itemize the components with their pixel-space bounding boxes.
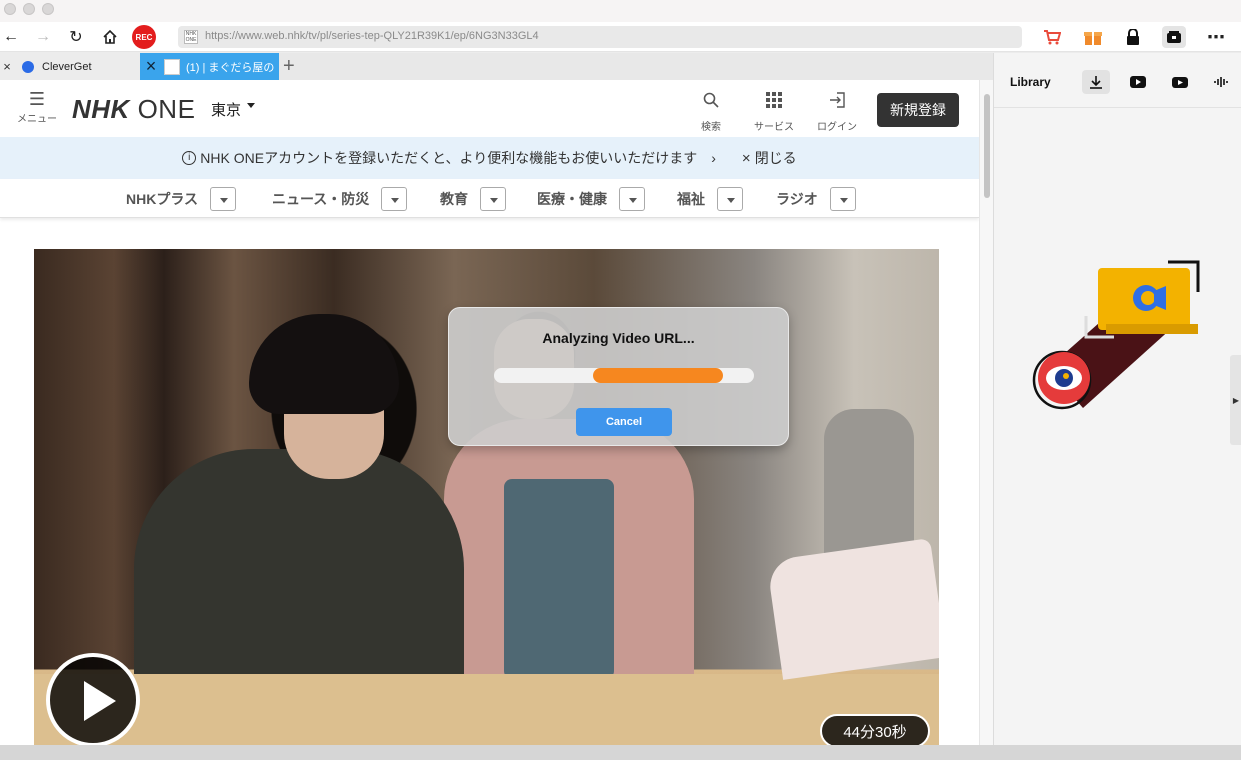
grid-icon <box>744 92 804 113</box>
dialog-title: Analyzing Video URL... <box>542 330 695 346</box>
banner-close-button[interactable]: 閉じる <box>755 148 797 168</box>
video-scene-apron <box>504 479 614 679</box>
chevron-down-icon[interactable] <box>247 103 255 108</box>
home-icon[interactable] <box>99 26 121 48</box>
category-item[interactable]: 教育 <box>440 187 506 211</box>
category-item[interactable]: 福祉 <box>677 187 743 211</box>
menu-label: メニュー <box>17 114 57 125</box>
tab-close-icon[interactable]: × <box>142 56 160 77</box>
youtube-icon[interactable] <box>1124 70 1152 94</box>
zoom-window-button[interactable] <box>42 3 54 15</box>
logo-bold: NHK <box>72 94 130 124</box>
library-panel: Library ▶ <box>993 53 1241 745</box>
category-label: ラジオ <box>776 191 818 207</box>
banner-text[interactable]: NHK ONEアカウントを登録いただくと、より便利な機能もお使いいただけます <box>200 148 697 168</box>
video-scene-pot <box>824 409 914 559</box>
rec-button[interactable]: REC <box>132 25 156 49</box>
chevron-down-icon[interactable] <box>381 187 408 211</box>
lock-icon[interactable] <box>1121 26 1145 48</box>
logo-light: ONE <box>137 94 196 124</box>
panel-collapse-toggle[interactable]: ▶ <box>1230 355 1241 445</box>
more-options-icon[interactable]: ⋯ <box>1204 26 1228 48</box>
nhk-one-logo[interactable]: NHK ONE <box>72 94 195 125</box>
nhk-header: ☰ メニュー NHK ONE 東京 検索 サービス ログイン 新規登録 <box>0 80 979 137</box>
category-label: NHKプラス <box>126 191 199 207</box>
bottom-status-bar <box>0 745 1241 760</box>
search-button[interactable]: 検索 <box>681 92 741 133</box>
nhk-favicon-icon: NHK ONE <box>184 30 198 44</box>
category-label: 教育 <box>440 191 468 207</box>
category-item[interactable]: NHKプラス <box>126 187 237 211</box>
duration-badge: 44分30秒 <box>820 714 930 745</box>
info-icon: i <box>182 151 197 165</box>
close-window-button[interactable] <box>4 3 16 15</box>
region-selector[interactable]: 東京 <box>211 99 241 120</box>
new-tab-icon[interactable]: + <box>283 55 295 78</box>
cart-icon[interactable] <box>1040 26 1064 48</box>
minimize-window-button[interactable] <box>23 3 35 15</box>
category-nav: NHKプラス ニュース・防災 教育 医療・健康 福祉 ラジオ <box>0 179 979 218</box>
signup-button[interactable]: 新規登録 <box>877 93 959 127</box>
chevron-down-icon[interactable] <box>210 187 237 211</box>
hamburger-icon: ☰ <box>28 89 46 109</box>
gift-icon[interactable] <box>1081 26 1105 48</box>
account-banner[interactable]: i NHK ONEアカウントを登録いただくと、より便利な機能もお使いいただけます… <box>0 137 979 179</box>
nhk-favicon-icon <box>164 58 180 75</box>
category-item[interactable]: 医療・健康 <box>537 187 645 211</box>
cleverget-favicon-icon <box>22 60 34 73</box>
address-bar[interactable]: NHK ONE https://www.web.nhk/tv/pl/series… <box>178 26 1022 48</box>
chevron-right-icon[interactable]: › <box>711 150 716 166</box>
tab-cleverget[interactable]: × CleverGet <box>0 53 140 80</box>
chevron-down-icon[interactable] <box>619 187 645 211</box>
browser-toolbar: ← → ↻ REC NHK ONE https://www.web.nhk/tv… <box>0 22 1241 52</box>
reload-icon[interactable]: ↻ <box>65 26 87 48</box>
chevron-down-icon[interactable] <box>717 187 743 211</box>
close-icon[interactable]: × <box>742 150 751 167</box>
login-label: ログイン <box>817 122 857 133</box>
tab-close-icon[interactable]: × <box>0 59 14 74</box>
scrollbar-thumb[interactable] <box>984 94 990 198</box>
chevron-down-icon[interactable] <box>829 187 856 211</box>
chevron-down-icon[interactable] <box>480 187 506 211</box>
empty-library-illustration-icon <box>1032 260 1200 410</box>
forward-icon[interactable]: → <box>32 26 54 48</box>
services-label: サービス <box>754 122 794 133</box>
category-label: ニュース・防災 <box>272 191 370 207</box>
menu-button[interactable]: ☰ メニュー <box>14 89 60 125</box>
category-item[interactable]: ニュース・防災 <box>272 187 408 211</box>
page-scrollbar[interactable] <box>979 80 993 745</box>
video-library-icon[interactable] <box>1166 70 1194 94</box>
services-button[interactable]: サービス <box>744 92 804 133</box>
search-label: 検索 <box>701 122 721 133</box>
video-scene-hair <box>249 314 399 414</box>
login-button[interactable]: ログイン <box>807 92 867 133</box>
library-title: Library <box>1010 75 1051 89</box>
tab-label: (1) | まぐだら屋の <box>186 61 275 74</box>
library-header: Library <box>994 53 1241 108</box>
cancel-button[interactable]: Cancel <box>576 408 672 436</box>
category-label: 福祉 <box>677 191 705 207</box>
play-icon[interactable] <box>46 653 140 745</box>
category-label: 医療・健康 <box>537 191 607 207</box>
download-icon[interactable] <box>1082 70 1110 94</box>
video-scene-counter <box>34 674 939 745</box>
category-item[interactable]: ラジオ <box>776 187 856 211</box>
tab-label: CleverGet <box>42 60 92 73</box>
analyzing-dialog: Analyzing Video URL... Cancel <box>448 307 789 446</box>
back-icon[interactable]: ← <box>0 26 22 48</box>
progress-fill <box>592 368 723 383</box>
tab-bar: × CleverGet × (1) | まぐだら屋の + <box>0 53 993 80</box>
tab-nhk[interactable]: × (1) | まぐだら屋の <box>140 53 279 80</box>
window-titlebar <box>0 0 1241 22</box>
url-text[interactable]: https://www.web.nhk/tv/pl/series-tep-QLY… <box>205 30 539 42</box>
video-scene-cloth <box>766 538 939 680</box>
wallet-icon[interactable] <box>1162 26 1186 48</box>
audio-waveform-icon[interactable] <box>1207 70 1235 94</box>
progress-bar <box>494 368 754 383</box>
search-icon <box>681 92 741 113</box>
login-icon <box>807 92 867 113</box>
